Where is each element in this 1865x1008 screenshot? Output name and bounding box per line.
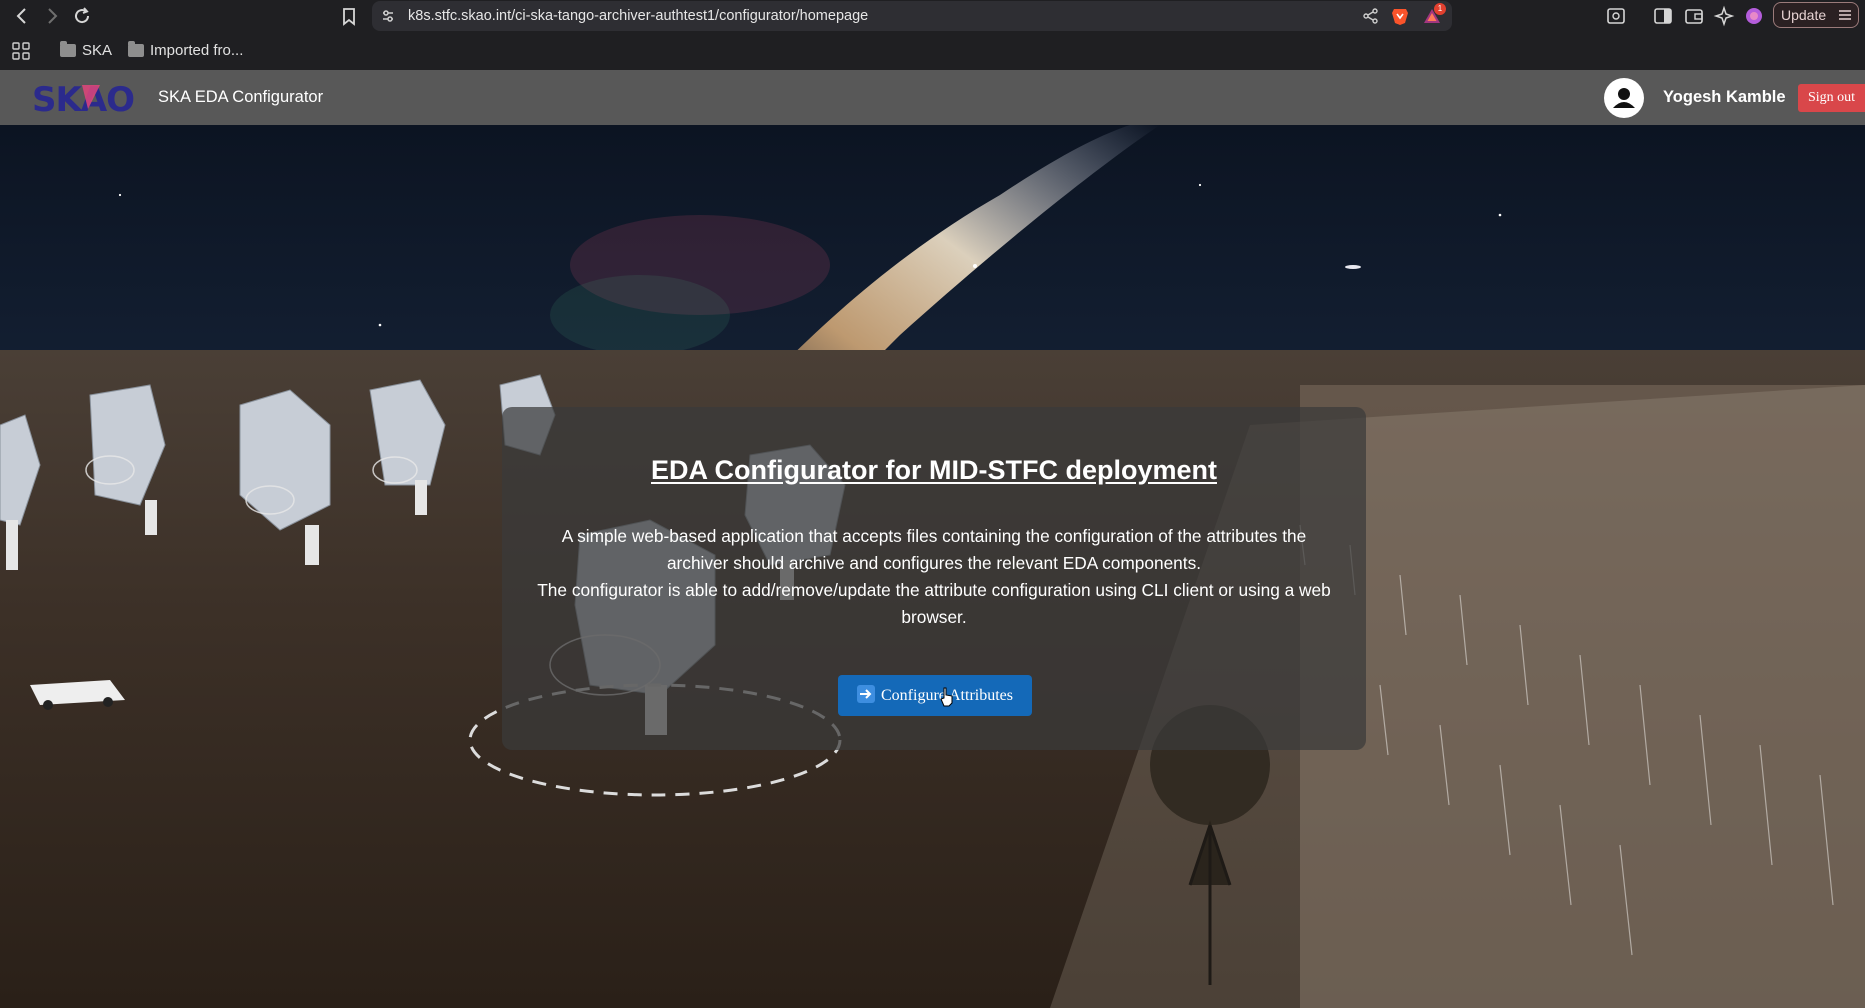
app-title: SKA EDA Configurator: [158, 88, 324, 106]
address-bar[interactable]: k8s.stfc.skao.int/ci-ska-tango-archiver-…: [372, 1, 1452, 31]
user-avatar-icon[interactable]: [1604, 78, 1644, 118]
configure-attributes-button[interactable]: Configure Attributes: [838, 675, 1032, 716]
skao-logo[interactable]: SKAO: [30, 79, 146, 117]
sign-out-button[interactable]: Sign out: [1798, 84, 1865, 112]
share-icon[interactable]: [1362, 7, 1380, 25]
url-text[interactable]: k8s.stfc.skao.int/ci-ska-tango-archiver-…: [408, 8, 868, 24]
menu-icon: [1839, 10, 1851, 20]
bookmark-ska[interactable]: SKA: [58, 40, 112, 62]
intro-card: EDA Configurator for MID-STFC deployment…: [502, 407, 1366, 750]
bookmark-label: Imported fro...: [150, 42, 244, 59]
bookmark-imported[interactable]: Imported fro...: [126, 40, 243, 62]
forward-icon[interactable]: [40, 4, 64, 28]
description-line-2: The configurator is able to add/remove/u…: [537, 580, 1331, 627]
brave-shields-icon[interactable]: [1390, 6, 1410, 26]
tab-search-icon[interactable]: [1605, 5, 1627, 27]
folder-icon: [60, 41, 76, 57]
user-name: Yogesh Kamble: [1663, 88, 1786, 106]
reload-icon[interactable]: [70, 4, 94, 28]
back-icon[interactable]: [10, 4, 34, 28]
hero-section: EDA Configurator for MID-STFC deployment…: [0, 125, 1865, 1008]
wallet-icon[interactable]: [1683, 5, 1705, 27]
hand-cursor-icon: [940, 687, 953, 707]
bookmarks-bar: SKA Imported fro...: [0, 32, 1865, 70]
bookmark-icon[interactable]: [338, 4, 360, 28]
sidebar-icon[interactable]: [1652, 5, 1674, 27]
arrow-right-icon: [857, 685, 875, 703]
apps-grid-icon[interactable]: [12, 42, 30, 60]
description-line-1: A simple web-based application that acce…: [561, 526, 1307, 573]
rewards-badge: 1: [1434, 3, 1446, 15]
page-description: A simple web-based application that acce…: [536, 523, 1332, 631]
browser-toolbar: k8s.stfc.skao.int/ci-ska-tango-archiver-…: [0, 0, 1865, 32]
update-button[interactable]: Update: [1773, 2, 1859, 28]
folder-icon: [128, 41, 144, 57]
app-header: SKAO SKA EDA Configurator Yogesh Kamble …: [0, 70, 1865, 125]
page-title: EDA Configurator for MID-STFC deployment: [651, 455, 1217, 485]
leo-ai-icon[interactable]: [1713, 5, 1735, 27]
site-info-icon[interactable]: [380, 8, 396, 24]
bookmark-label: SKA: [82, 42, 113, 59]
update-label: Update: [1781, 7, 1827, 23]
profile-icon[interactable]: [1743, 5, 1765, 27]
